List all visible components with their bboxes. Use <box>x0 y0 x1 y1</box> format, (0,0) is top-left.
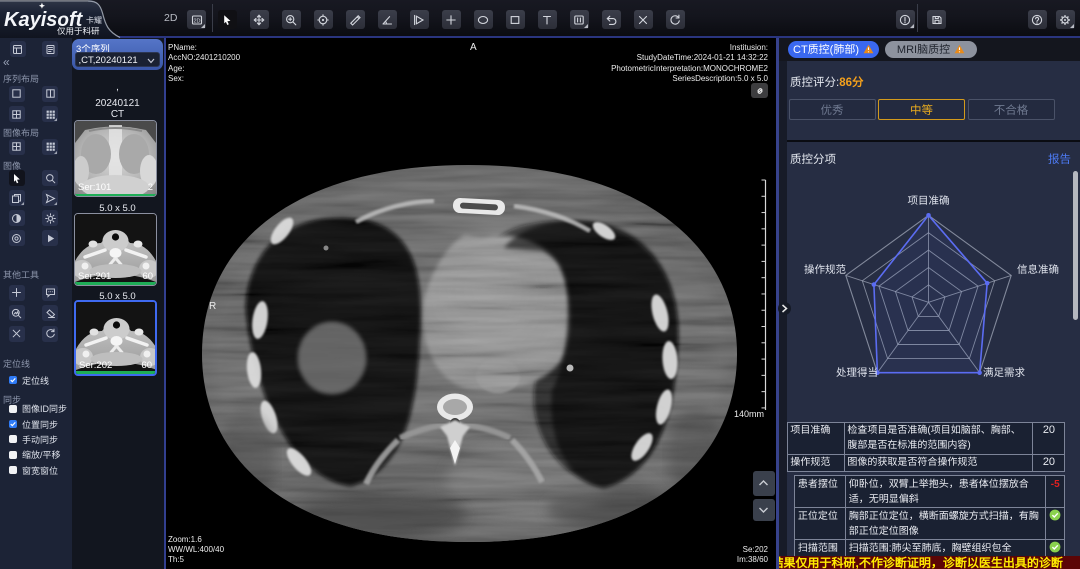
svg-text:项目准确: 项目准确 <box>907 193 949 208</box>
svg-text:仅用于科研: 仅用于科研 <box>57 25 100 37</box>
svg-text:信息准确: 信息准确 <box>1017 262 1059 277</box>
svg-text:操作规范: 操作规范 <box>804 262 846 277</box>
svg-text:2D: 2D <box>193 18 200 24</box>
svg-text:满足需求: 满足需求 <box>983 365 1025 380</box>
svg-text:处理得当: 处理得当 <box>836 365 878 380</box>
